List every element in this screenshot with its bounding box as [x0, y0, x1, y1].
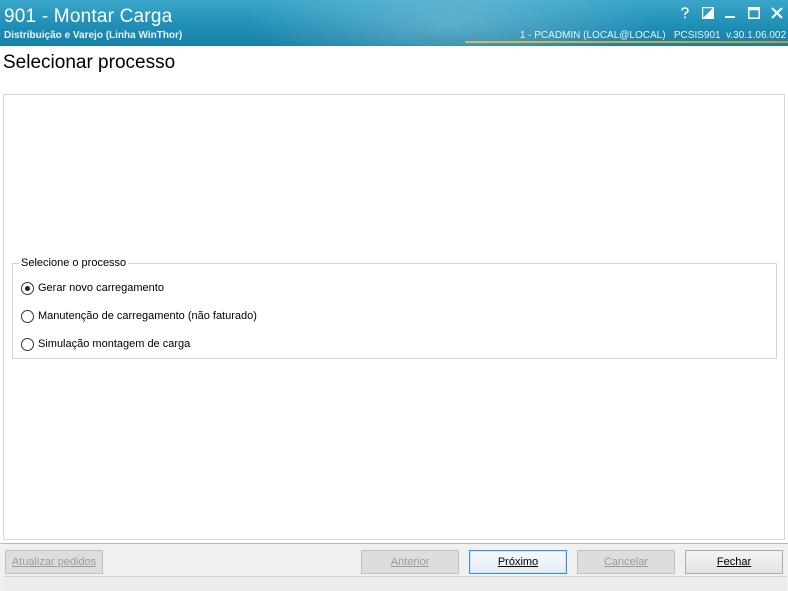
minimize-icon: [725, 16, 735, 18]
close-button[interactable]: [765, 4, 788, 22]
previous-button[interactable]: Anterior: [361, 550, 459, 574]
title-bar: 901 - Montar Carga Distribuição e Varejo…: [0, 0, 788, 46]
app-title: 901 - Montar Carga: [4, 6, 173, 27]
accent-line: [465, 41, 788, 43]
window-controls: [673, 4, 788, 22]
app-subtitle: Distribuição e Varejo (Linha WinThor): [4, 30, 183, 41]
radio-label: Gerar novo carregamento: [38, 282, 164, 294]
content-panel: Selecione o processo Gerar novo carregam…: [3, 94, 785, 540]
maximize-icon: [747, 7, 760, 19]
radio-label: Simulação montagem de carga: [38, 338, 191, 350]
cancel-button[interactable]: Cancelar: [577, 550, 675, 574]
close-icon: [770, 7, 783, 19]
radio-label: Manutenção de carregamento (não faturado…: [38, 310, 257, 322]
next-button[interactable]: Próximo: [469, 550, 567, 574]
wizard-button-bar: Atualizar pedidos Anterior Próximo Cance…: [0, 543, 788, 591]
radio-option-manutencao-carregamento[interactable]: Manutenção de carregamento (não faturado…: [21, 308, 257, 324]
radio-button[interactable]: [21, 337, 34, 351]
page-title: Selecionar processo: [3, 52, 176, 73]
help-button[interactable]: [673, 4, 696, 22]
restore-panel-button[interactable]: [696, 4, 719, 22]
status-strip: [4, 576, 786, 591]
maximize-button[interactable]: [742, 4, 765, 22]
close-wizard-button[interactable]: Fechar: [685, 550, 783, 574]
radio-option-gerar-novo-carregamento[interactable]: Gerar novo carregamento: [21, 280, 164, 296]
session-status: 1 - PCADMIN (LOCAL@LOCAL) PCSIS901 v.30.…: [519, 30, 786, 41]
radio-option-simulacao-montagem[interactable]: Simulação montagem de carga: [21, 336, 190, 352]
radio-button-selected[interactable]: [21, 281, 34, 295]
help-icon: [680, 7, 689, 19]
process-groupbox-legend: Selecione o processo: [19, 257, 129, 270]
radio-button[interactable]: [21, 309, 34, 323]
process-groupbox: Selecione o processo Gerar novo carregam…: [12, 257, 777, 359]
restore-panel-icon: [701, 7, 714, 19]
minimize-button[interactable]: [719, 4, 742, 22]
update-orders-button[interactable]: Atualizar pedidos: [5, 550, 103, 574]
